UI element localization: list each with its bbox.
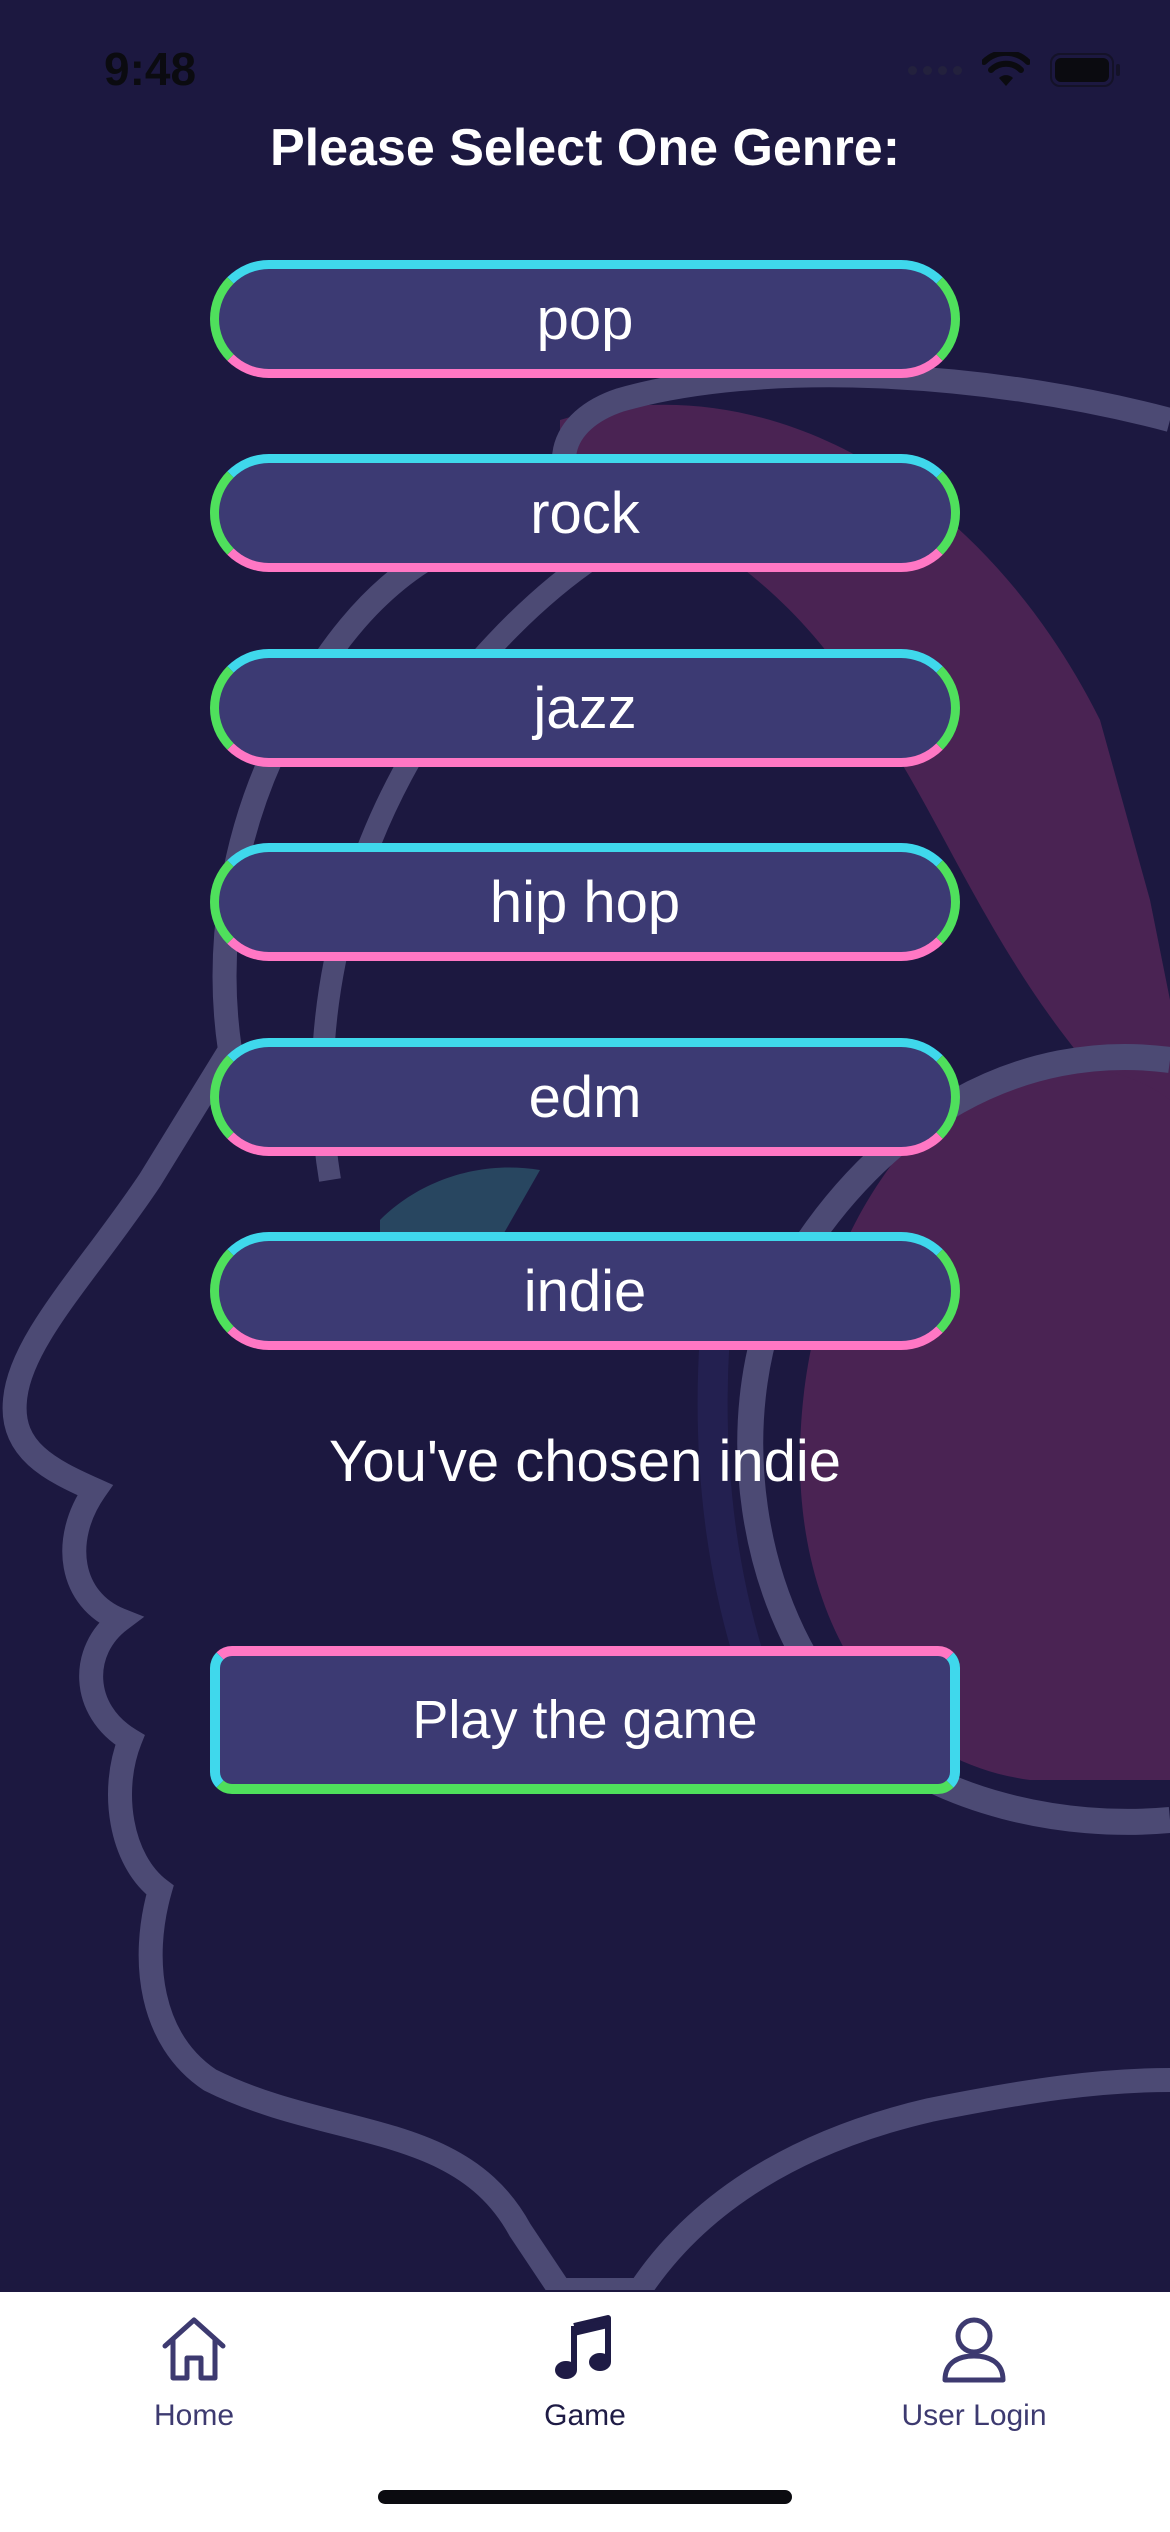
home-indicator xyxy=(378,2490,792,2504)
genre-button-pop[interactable]: pop xyxy=(210,260,960,378)
selection-message: You've chosen indie xyxy=(328,1429,841,1494)
tab-home-label: Home xyxy=(153,2399,235,2432)
genre-button-rock[interactable]: rock xyxy=(210,454,960,572)
tab-home[interactable]: Home xyxy=(64,2312,324,2433)
status-icons xyxy=(908,52,1122,88)
wifi-icon xyxy=(982,52,1030,86)
battery-icon xyxy=(1050,53,1120,87)
signal-dots-icon xyxy=(908,65,962,75)
play-game-button[interactable]: Play the game xyxy=(210,1646,960,1794)
status-time: 9:48 xyxy=(104,43,197,95)
user-icon xyxy=(942,2317,1006,2383)
tab-game[interactable]: Game xyxy=(455,2312,715,2433)
genre-button-hip-hop[interactable]: hip hop xyxy=(210,843,960,961)
tab-user-login-label: User Login xyxy=(901,2399,1047,2432)
tab-user-login[interactable]: User Login xyxy=(844,2312,1104,2433)
music-note-icon xyxy=(555,2315,611,2379)
page-title: Please Select One Genre: xyxy=(269,119,901,177)
genre-button-jazz[interactable]: jazz xyxy=(210,649,960,767)
tab-game-label: Game xyxy=(544,2399,626,2432)
genre-button-edm[interactable]: edm xyxy=(210,1038,960,1156)
genre-button-indie[interactable]: indie xyxy=(210,1232,960,1350)
home-icon xyxy=(162,2317,226,2381)
